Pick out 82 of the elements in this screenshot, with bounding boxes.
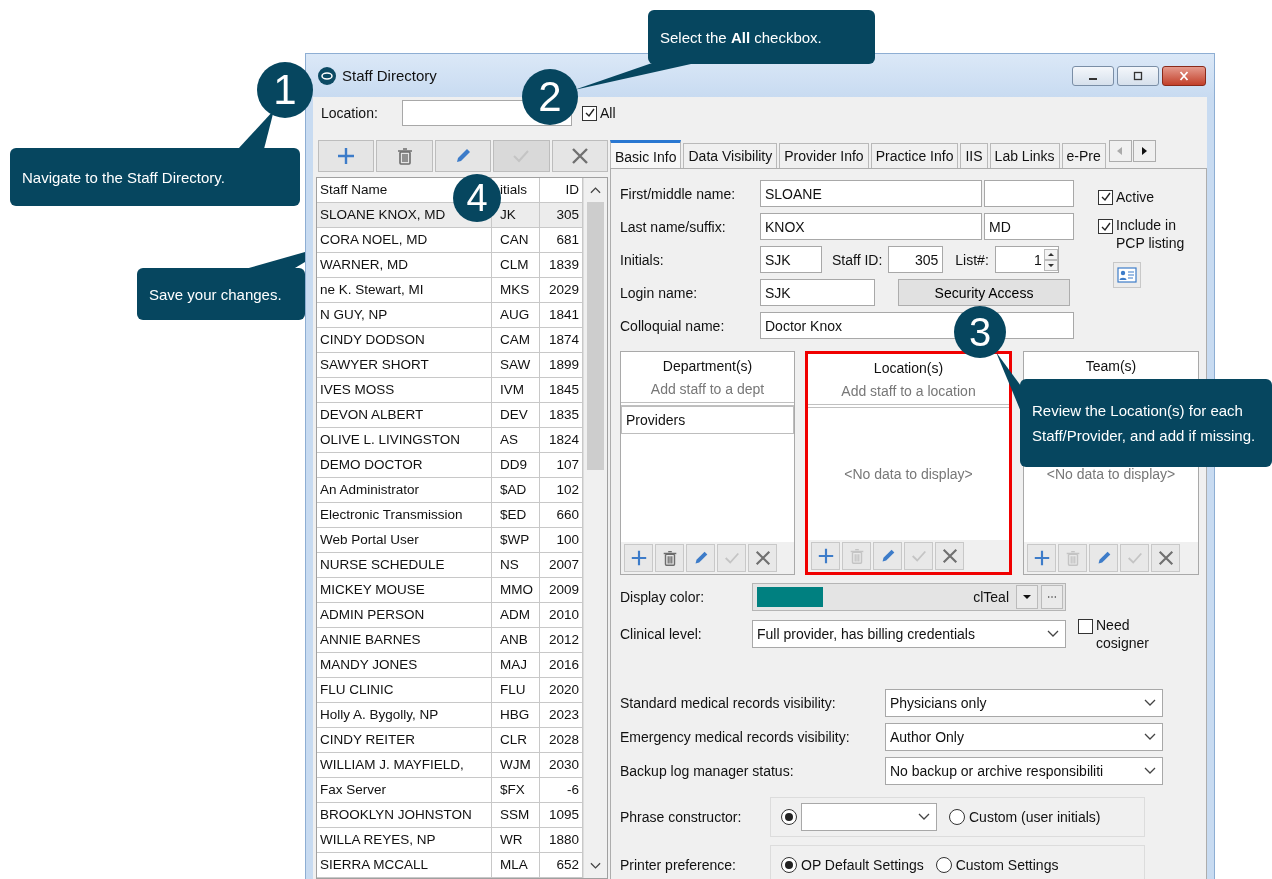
- table-cell: NS: [492, 553, 540, 577]
- step-number-tooltip: 1: [257, 62, 313, 118]
- field-label: First/middle name:: [620, 185, 737, 202]
- field-label: List#:: [955, 251, 989, 268]
- checkbox-label: Need cosigner: [1096, 616, 1150, 652]
- panel-title: Location(s): [873, 359, 944, 378]
- field-label: Emergency medical records visibility:: [620, 729, 851, 745]
- radio-label: Custom (user initials): [969, 809, 1101, 825]
- table-cell: WJM: [492, 753, 540, 777]
- table-cell: ANNIE BARNES: [317, 628, 492, 652]
- radio-label: Custom Settings: [955, 857, 1059, 873]
- table-cell: FLU: [492, 678, 540, 702]
- field-label: Backup log manager status:: [620, 763, 795, 779]
- table-cell: HBG: [492, 703, 540, 727]
- checkbox-label: Active: [1116, 188, 1156, 206]
- radio-label: OP Default Settings: [801, 857, 924, 873]
- table-cell: WILLIAM J. MAYFIELD,: [317, 753, 492, 777]
- table-cell: ADM: [492, 603, 540, 627]
- table-cell: Web Portal User: [317, 528, 492, 552]
- table-cell: IVM: [492, 378, 540, 402]
- table-cell: $WP: [492, 528, 540, 552]
- table-cell: Holly A. Bygolly, NP: [317, 703, 492, 727]
- table-cell: $ED: [492, 503, 540, 527]
- empty-message: <No data to display>: [1046, 466, 1176, 482]
- table-cell: DEVON ALBERT: [317, 403, 492, 427]
- table-cell: ADMIN PERSON: [317, 603, 492, 627]
- table-cell: NURSE SCHEDULE: [317, 553, 492, 577]
- callout-tooltip: Review the Location(s) for each Staff/Provider, and add if missing.: [1020, 379, 1272, 467]
- table-cell: CINDY DODSON: [317, 328, 492, 352]
- table-cell: CORA NOEL, MD: [317, 228, 492, 252]
- field-label: Staff ID:: [832, 251, 883, 268]
- table-cell: Fax Server: [317, 778, 492, 802]
- table-cell: MANDY JONES: [317, 653, 492, 677]
- table-cell: CLR: [492, 728, 540, 752]
- table-cell: DD9: [492, 453, 540, 477]
- table-cell: N GUY, NP: [317, 303, 492, 327]
- table-cell: SAW: [492, 353, 540, 377]
- table-cell: IVES MOSS: [317, 378, 492, 402]
- table-cell: An Administrator: [317, 478, 492, 502]
- table-cell: SSM: [492, 803, 540, 827]
- table-cell: $FX: [492, 778, 540, 802]
- field-label: Initials:: [620, 251, 665, 268]
- table-cell: FLU CLINIC: [317, 678, 492, 702]
- table-cell: MMO: [492, 578, 540, 602]
- table-cell: $AD: [492, 478, 540, 502]
- checkbox-label: All: [600, 105, 616, 121]
- table-cell: MLA: [492, 853, 540, 877]
- field-label: Login name:: [620, 284, 699, 301]
- table-cell: OLIVE L. LIVINGSTON: [317, 428, 492, 452]
- table-cell: CINDY REITER: [317, 728, 492, 752]
- table-cell: DEV: [492, 403, 540, 427]
- panel-title: Department(s): [662, 357, 753, 376]
- table-cell: Electronic Transmission: [317, 503, 492, 527]
- empty-message: <No data to display>: [844, 466, 973, 482]
- table-cell: SAWYER SHORT: [317, 353, 492, 377]
- table-cell: SIERRA MCCALL: [317, 853, 492, 877]
- field-label: Clinical level:: [620, 626, 703, 642]
- field-label: Colloquial name:: [620, 317, 726, 334]
- panel-title: Team(s): [1085, 357, 1137, 376]
- table-cell: WILLA REYES, NP: [317, 828, 492, 852]
- table-cell: AUG: [492, 303, 540, 327]
- table-cell: CAM: [492, 328, 540, 352]
- table-cell: WR: [492, 828, 540, 852]
- checkbox-label: Include in PCP listing: [1116, 216, 1186, 252]
- table-cell: BROOKLYN JOHNSTON: [317, 803, 492, 827]
- window-title: Staff Directory: [342, 67, 437, 84]
- table-cell: AS: [492, 428, 540, 452]
- field-label: Display color:: [620, 589, 706, 605]
- field-label: Standard medical records visibility:: [620, 695, 837, 711]
- table-cell: MICKEY MOUSE: [317, 578, 492, 602]
- field-label: Location:: [321, 105, 379, 121]
- field-label: Phrase constructor:: [620, 809, 743, 825]
- table-cell: DEMO DOCTOR: [317, 453, 492, 477]
- table-cell: ANB: [492, 628, 540, 652]
- table-cell: MKS: [492, 278, 540, 302]
- field-label: Last name/suffix:: [620, 218, 727, 235]
- table-cell: WARNER, MD: [317, 253, 492, 277]
- table-cell: CLM: [492, 253, 540, 277]
- field-label: Printer preference:: [620, 857, 737, 873]
- table-cell: MAJ: [492, 653, 540, 677]
- table-cell: CAN: [492, 228, 540, 252]
- table-cell: ne K. Stewart, MI: [317, 278, 492, 302]
